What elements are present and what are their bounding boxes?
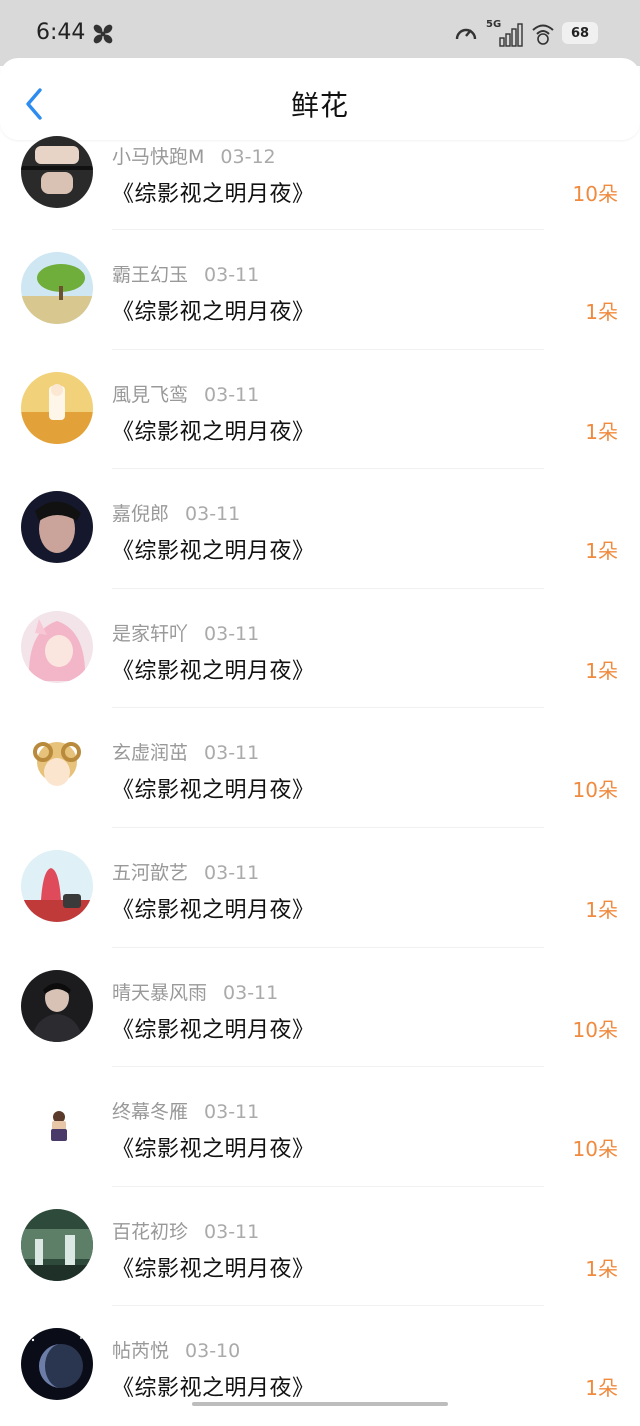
- user-name: 百花初珍 03-11: [112, 1220, 260, 1243]
- user-name: 霸王幻玉 03-11: [112, 264, 260, 286]
- work-title: 《综影视之明月夜》: [112, 300, 315, 325]
- gift-date: 03-10: [185, 1340, 241, 1363]
- list-item[interactable]: 風見飞鸾 03-11 《综影视之明月夜》 1朵: [0, 350, 640, 470]
- work-title: 《综影视之明月夜》: [112, 778, 315, 804]
- status-time: 6:44: [36, 20, 86, 45]
- avatar: [21, 610, 93, 683]
- status-bar: 6:44 5G 68: [0, 0, 640, 66]
- user-name: 嘉倪郎 03-11: [112, 503, 241, 526]
- flower-count: 1朵: [585, 1256, 618, 1281]
- work-title: 《综影视之明月夜》: [112, 1256, 315, 1282]
- network-label: 5G: [486, 19, 501, 30]
- avatar: [21, 252, 93, 324]
- page-title: 鲜花: [290, 89, 349, 122]
- gift-date: 03-12: [220, 146, 276, 168]
- battery-indicator: 68: [562, 22, 598, 44]
- list-item[interactable]: 是家轩吖 03-11 《综影视之明月夜》 1朵: [0, 589, 640, 709]
- user-name: 玄虚润茁 03-11: [112, 742, 260, 765]
- gift-date: 03-11: [204, 622, 260, 645]
- avatar: [21, 1089, 93, 1162]
- work-title: 《综影视之明月夜》: [112, 419, 315, 445]
- gift-date: 03-11: [204, 1101, 260, 1124]
- flower-count: 10朵: [572, 1137, 618, 1162]
- avatar: [21, 1208, 93, 1281]
- gift-date: 03-11: [204, 742, 260, 765]
- flower-count: 1朵: [585, 539, 618, 564]
- signal-icon: 5G: [486, 19, 523, 47]
- list-item[interactable]: 玄虚润茁 03-11 《综影视之明月夜》 10朵: [0, 708, 640, 828]
- flower-count: 10朵: [572, 1017, 618, 1042]
- home-indicator[interactable]: [192, 1402, 448, 1406]
- flower-count: 10朵: [572, 182, 618, 206]
- gift-date: 03-11: [204, 383, 260, 406]
- gift-date: 03-11: [204, 861, 260, 884]
- work-title: 《综影视之明月夜》: [112, 658, 315, 684]
- user-name: 晴天暴风雨 03-11: [112, 981, 279, 1004]
- work-title: 《综影视之明月夜》: [112, 539, 315, 565]
- wifi-icon: [532, 24, 554, 45]
- navigation-header: 鲜花: [0, 58, 640, 140]
- avatar: [21, 849, 93, 922]
- user-name: 帖芮悦 03-10: [112, 1340, 241, 1363]
- gift-date: 03-11: [204, 1220, 260, 1243]
- list-item[interactable]: 终幕冬雁 03-11 《综影视之明月夜》 10朵: [0, 1067, 640, 1187]
- work-title: 《综影视之明月夜》: [112, 1137, 315, 1163]
- work-title: 《综影视之明月夜》: [112, 182, 315, 207]
- user-name: 是家轩吖 03-11: [112, 622, 260, 645]
- avatar: [21, 136, 93, 208]
- flower-count: 1朵: [585, 419, 618, 444]
- list-item[interactable]: 百花初珍 03-11 《综影视之明月夜》 1朵: [0, 1187, 640, 1307]
- flower-count: 1朵: [585, 658, 618, 683]
- list-item[interactable]: 五河歆艺 03-11 《综影视之明月夜》 1朵: [0, 828, 640, 948]
- user-name: 風見飞鸾 03-11: [112, 383, 260, 406]
- flower-gift-list: 小马快跑M 03-12 《综影视之明月夜》 10朵 霸王幻玉 03-11 《综影视之…: [0, 136, 640, 1426]
- user-name: 五河歆艺 03-11: [112, 861, 260, 884]
- flower-count: 1朵: [585, 1376, 618, 1401]
- work-title: 《综影视之明月夜》: [112, 897, 315, 923]
- list-item[interactable]: 晴天暴风雨 03-11 《综影视之明月夜》 10朵: [0, 948, 640, 1068]
- avatar: [21, 969, 93, 1042]
- avatar: [21, 371, 93, 444]
- work-title: 《综影视之明月夜》: [112, 1376, 315, 1402]
- user-name: 终幕冬雁 03-11: [112, 1101, 260, 1124]
- list-item[interactable]: 小马快跑M 03-12 《综影视之明月夜》 10朵: [0, 136, 640, 230]
- work-title: 《综影视之明月夜》: [112, 1017, 315, 1043]
- flower-count: 1朵: [585, 300, 618, 324]
- gift-date: 03-11: [185, 503, 241, 526]
- list-item[interactable]: 霸王幻玉 03-11 《综影视之明月夜》 1朵: [0, 230, 640, 350]
- gift-date: 03-11: [204, 264, 260, 286]
- user-name: 小马快跑M 03-12: [112, 146, 276, 168]
- avatar: [21, 730, 93, 803]
- fan-icon: [93, 24, 113, 44]
- gift-date: 03-11: [223, 981, 279, 1004]
- flower-count: 10朵: [572, 778, 618, 803]
- list-item[interactable]: 嘉倪郎 03-11 《综影视之明月夜》 1朵: [0, 469, 640, 589]
- avatar: [21, 491, 93, 564]
- speedometer-icon: [455, 28, 477, 40]
- avatar: [21, 1328, 93, 1401]
- flower-count: 1朵: [585, 897, 618, 922]
